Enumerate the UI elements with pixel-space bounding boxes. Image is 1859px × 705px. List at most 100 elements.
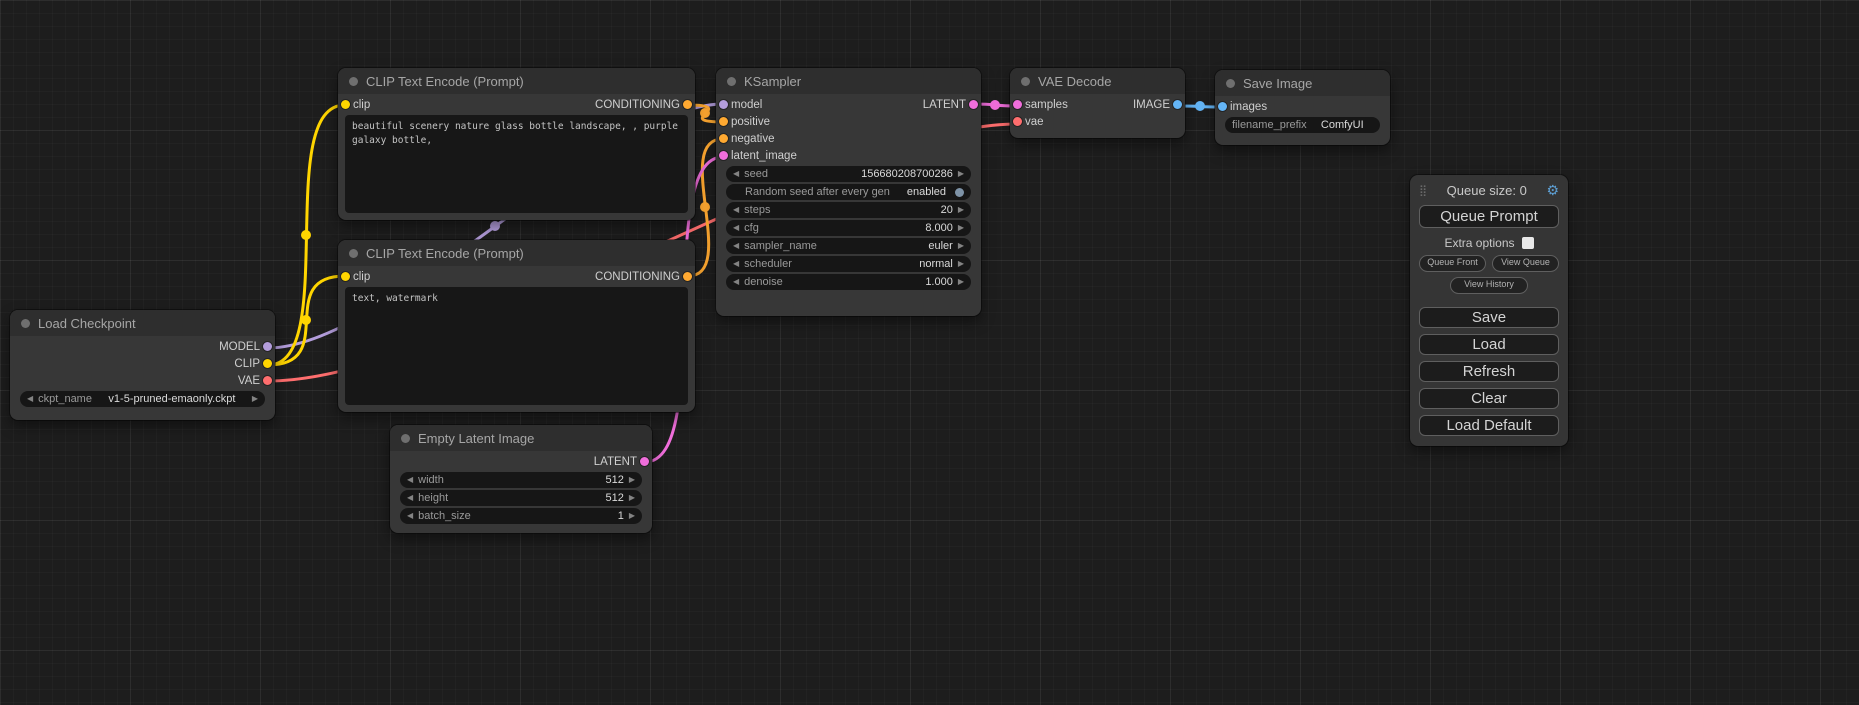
- increment-arrow-icon[interactable]: ▶: [958, 206, 964, 214]
- output-slot-conditioning[interactable]: [683, 272, 692, 281]
- node-empty-latent-image[interactable]: Empty Latent Image LATENT ◀ width 512 ▶ …: [390, 425, 652, 533]
- decrement-arrow-icon[interactable]: ◀: [407, 476, 413, 484]
- batch-size-widget[interactable]: ◀ batch_size 1 ▶: [400, 508, 642, 524]
- seed-widget[interactable]: ◀ seed 156680208700286 ▶: [726, 166, 971, 182]
- sampler-name-widget[interactable]: ◀ sampler_name euler ▶: [726, 238, 971, 254]
- queue-panel[interactable]: ⣿ Queue size: 0 ⚙ Queue Prompt Extra opt…: [1410, 175, 1568, 446]
- collapse-dot-icon[interactable]: [21, 319, 30, 328]
- slot-row: negative: [716, 130, 981, 147]
- prev-arrow-icon[interactable]: ◀: [27, 395, 33, 403]
- input-slot-model[interactable]: [719, 100, 728, 109]
- next-arrow-icon[interactable]: ▶: [958, 260, 964, 268]
- widget-value: 512: [605, 492, 623, 504]
- toggle-dot-icon[interactable]: [955, 188, 964, 197]
- node-title-bar[interactable]: VAE Decode: [1010, 68, 1185, 94]
- prev-arrow-icon[interactable]: ◀: [733, 242, 739, 250]
- collapse-dot-icon[interactable]: [349, 249, 358, 258]
- decrement-arrow-icon[interactable]: ◀: [733, 224, 739, 232]
- increment-arrow-icon[interactable]: ▶: [958, 278, 964, 286]
- node-title-bar[interactable]: Save Image: [1215, 70, 1390, 96]
- drag-handle-icon[interactable]: ⣿: [1419, 184, 1427, 197]
- node-title-bar[interactable]: CLIP Text Encode (Prompt): [338, 68, 695, 94]
- node-clip-text-encode-positive[interactable]: CLIP Text Encode (Prompt) clip CONDITION…: [338, 68, 695, 220]
- scheduler-widget[interactable]: ◀ scheduler normal ▶: [726, 256, 971, 272]
- collapse-dot-icon[interactable]: [401, 434, 410, 443]
- widget-label: steps: [744, 204, 770, 216]
- queue-front-button[interactable]: Queue Front: [1419, 255, 1486, 272]
- random-seed-toggle-widget[interactable]: Random seed after every gen enabled: [726, 184, 971, 200]
- increment-arrow-icon[interactable]: ▶: [629, 476, 635, 484]
- refresh-button[interactable]: Refresh: [1419, 361, 1559, 382]
- load-button[interactable]: Load: [1419, 334, 1559, 355]
- slot-row: VAE: [10, 372, 275, 389]
- ckpt-name-widget[interactable]: ◀ ckpt_name v1-5-pruned-emaonly.ckpt ▶: [20, 391, 265, 407]
- widget-label: cfg: [744, 222, 759, 234]
- queue-prompt-button[interactable]: Queue Prompt: [1419, 205, 1559, 228]
- increment-arrow-icon[interactable]: ▶: [958, 170, 964, 178]
- output-slot-vae[interactable]: [263, 376, 272, 385]
- clear-button[interactable]: Clear: [1419, 388, 1559, 409]
- node-title-bar[interactable]: KSampler: [716, 68, 981, 94]
- output-label-latent: LATENT: [923, 99, 966, 111]
- input-slot-negative[interactable]: [719, 134, 728, 143]
- view-queue-button[interactable]: View Queue: [1492, 255, 1559, 272]
- input-slot-vae[interactable]: [1013, 117, 1022, 126]
- denoise-widget[interactable]: ◀ denoise 1.000 ▶: [726, 274, 971, 290]
- input-slot-positive[interactable]: [719, 117, 728, 126]
- widget-label: sampler_name: [744, 240, 817, 252]
- steps-widget[interactable]: ◀ steps 20 ▶: [726, 202, 971, 218]
- output-slot-model[interactable]: [263, 342, 272, 351]
- collapse-dot-icon[interactable]: [1226, 79, 1235, 88]
- prompt-textarea[interactable]: beautiful scenery nature glass bottle la…: [345, 115, 688, 213]
- widget-value: 156680208700286: [861, 168, 953, 180]
- output-slot-conditioning[interactable]: [683, 100, 692, 109]
- decrement-arrow-icon[interactable]: ◀: [407, 494, 413, 502]
- node-clip-text-encode-negative[interactable]: CLIP Text Encode (Prompt) clip CONDITION…: [338, 240, 695, 412]
- input-slot-latent-image[interactable]: [719, 151, 728, 160]
- decrement-arrow-icon[interactable]: ◀: [733, 170, 739, 178]
- input-slot-samples[interactable]: [1013, 100, 1022, 109]
- output-slot-clip[interactable]: [263, 359, 272, 368]
- width-widget[interactable]: ◀ width 512 ▶: [400, 472, 642, 488]
- node-title-bar[interactable]: Load Checkpoint: [10, 310, 275, 336]
- prompt-textarea[interactable]: text, watermark: [345, 287, 688, 405]
- node-save-image[interactable]: Save Image images filename_prefix ComfyU…: [1215, 70, 1390, 145]
- next-arrow-icon[interactable]: ▶: [958, 242, 964, 250]
- output-slot-latent[interactable]: [969, 100, 978, 109]
- output-slot-latent[interactable]: [640, 457, 649, 466]
- input-slot-clip[interactable]: [341, 100, 350, 109]
- decrement-arrow-icon[interactable]: ◀: [733, 278, 739, 286]
- decrement-arrow-icon[interactable]: ◀: [407, 512, 413, 520]
- graph-canvas[interactable]: Load Checkpoint MODEL CLIP VAE ◀ ckpt_na…: [0, 0, 1859, 705]
- output-label-conditioning: CONDITIONING: [595, 99, 680, 111]
- collapse-dot-icon[interactable]: [349, 77, 358, 86]
- height-widget[interactable]: ◀ height 512 ▶: [400, 490, 642, 506]
- next-arrow-icon[interactable]: ▶: [252, 395, 258, 403]
- input-slot-images[interactable]: [1218, 102, 1227, 111]
- node-title-bar[interactable]: CLIP Text Encode (Prompt): [338, 240, 695, 266]
- load-default-button[interactable]: Load Default: [1419, 415, 1559, 436]
- input-label-samples: samples: [1025, 99, 1068, 111]
- collapse-dot-icon[interactable]: [1021, 77, 1030, 86]
- filename-prefix-widget[interactable]: filename_prefix ComfyUI: [1225, 117, 1380, 133]
- node-title-bar[interactable]: Empty Latent Image: [390, 425, 652, 451]
- view-history-button[interactable]: View History: [1450, 277, 1528, 294]
- node-ksampler[interactable]: KSampler model LATENT positive negative …: [716, 68, 981, 316]
- node-load-checkpoint[interactable]: Load Checkpoint MODEL CLIP VAE ◀ ckpt_na…: [10, 310, 275, 420]
- collapse-dot-icon[interactable]: [727, 77, 736, 86]
- input-slot-clip[interactable]: [341, 272, 350, 281]
- input-label-vae: vae: [1025, 116, 1044, 128]
- cfg-widget[interactable]: ◀ cfg 8.000 ▶: [726, 220, 971, 236]
- node-vae-decode[interactable]: VAE Decode samples IMAGE vae: [1010, 68, 1185, 138]
- prev-arrow-icon[interactable]: ◀: [733, 260, 739, 268]
- output-label-vae: VAE: [238, 375, 260, 387]
- increment-arrow-icon[interactable]: ▶: [629, 512, 635, 520]
- increment-arrow-icon[interactable]: ▶: [958, 224, 964, 232]
- extra-options-checkbox[interactable]: [1522, 237, 1534, 249]
- slot-row: MODEL: [10, 338, 275, 355]
- output-slot-image[interactable]: [1173, 100, 1182, 109]
- settings-gear-icon[interactable]: ⚙: [1546, 182, 1559, 199]
- save-button[interactable]: Save: [1419, 307, 1559, 328]
- increment-arrow-icon[interactable]: ▶: [629, 494, 635, 502]
- decrement-arrow-icon[interactable]: ◀: [733, 206, 739, 214]
